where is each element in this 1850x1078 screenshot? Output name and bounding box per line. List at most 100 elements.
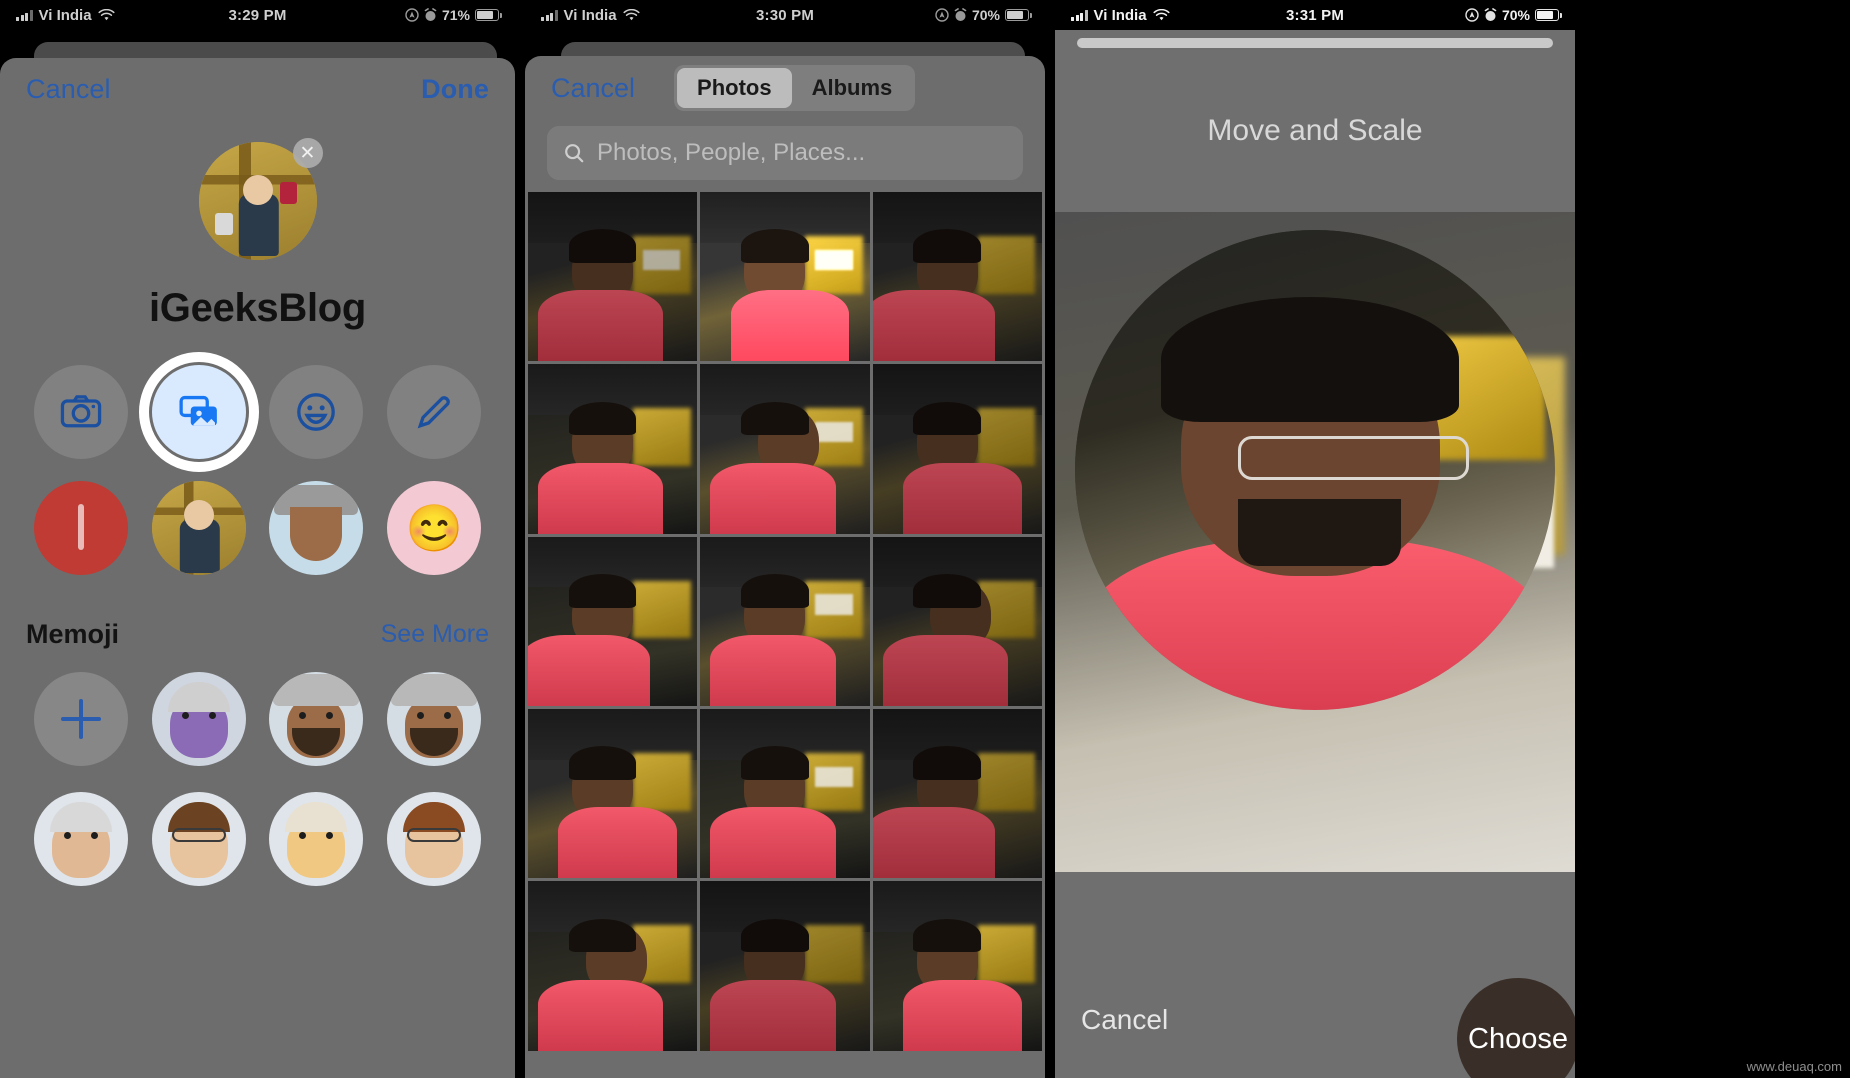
photo-cell[interactable]: [872, 708, 1042, 879]
cancel-button[interactable]: Cancel: [551, 73, 635, 104]
camera-action-button[interactable]: [33, 365, 128, 459]
photos-action-button[interactable]: [138, 352, 259, 472]
photo-cell[interactable]: [528, 536, 698, 706]
monogram-avatar-option[interactable]: [33, 481, 128, 575]
alarm-icon: [424, 8, 437, 21]
memoji-hat-1-option[interactable]: [269, 672, 364, 766]
photo-cell[interactable]: [872, 364, 1042, 534]
alarm-icon: [1484, 8, 1497, 21]
photo-cell[interactable]: [700, 536, 870, 706]
photo-cell[interactable]: [528, 708, 698, 879]
battery-icon: [1005, 9, 1032, 21]
emoji-avatar-option[interactable]: 😊: [387, 481, 482, 575]
tab-photos[interactable]: Photos: [677, 68, 792, 108]
search-input[interactable]: Photos, People, Places...: [547, 126, 1023, 180]
photo-cell[interactable]: [528, 364, 698, 534]
cancel-button[interactable]: Cancel: [26, 74, 111, 105]
remove-photo-icon[interactable]: ✕: [292, 138, 323, 168]
photo-cell[interactable]: [528, 881, 698, 1051]
photo-cell[interactable]: [528, 192, 698, 362]
status-right: 71%: [405, 7, 502, 23]
battery-percent: 71%: [441, 7, 470, 23]
photo-cell[interactable]: [872, 881, 1042, 1051]
signal-icon: [1071, 9, 1088, 21]
photo-grid: [525, 192, 1045, 1051]
crop-area[interactable]: [1055, 212, 1575, 872]
panel-contact-photo-editor: Vi India 3:29 PM 71% Cancel Done ✕ iGeek…: [0, 0, 515, 1078]
cancel-button[interactable]: Cancel: [1081, 1004, 1168, 1036]
carrier-label: Vi India: [38, 6, 92, 24]
current-avatar[interactable]: ✕: [198, 138, 323, 260]
signal-icon: [541, 9, 558, 21]
selection-ring: [138, 352, 259, 472]
location-icon: [935, 8, 949, 22]
avatar-head: [242, 175, 273, 206]
status-left: Vi India: [1071, 7, 1170, 24]
memoji-purple-option[interactable]: [151, 672, 246, 766]
done-button[interactable]: Done: [421, 74, 489, 105]
contact-photo-sheet: Cancel Done ✕ iGeeksBlog 😊 Memoji See Mo…: [0, 58, 515, 1078]
crop-circle[interactable]: [1075, 230, 1555, 710]
camera-icon: [60, 395, 102, 428]
crop-photo-hair: [1161, 297, 1459, 422]
photo-cell-selected[interactable]: [700, 192, 870, 362]
panel-divider-2: [1045, 0, 1055, 1078]
sheet-drag-handle[interactable]: [1077, 38, 1553, 48]
memoji-grid: [0, 650, 515, 886]
battery-icon: [475, 9, 502, 21]
photo-cell[interactable]: [872, 192, 1042, 362]
memoji-glasses-option[interactable]: [387, 792, 482, 886]
memoji-cap-option[interactable]: [33, 792, 128, 886]
move-and-scale-title: Move and Scale: [1207, 114, 1423, 147]
panel-move-and-scale: Vi India 3:31 PM 70% Move and Scale Canc…: [1055, 0, 1575, 1078]
avatar-suggestions-row: 😊: [0, 481, 515, 575]
signal-icon: [16, 9, 33, 21]
crop-photo-beard: [1238, 498, 1402, 566]
avatar-camera: [214, 212, 233, 235]
search-placeholder: Photos, People, Places...: [597, 139, 866, 166]
panel-divider-1: [515, 0, 525, 1078]
memoji-blonde-option[interactable]: [269, 792, 364, 886]
crop-photo-glasses: [1238, 436, 1469, 480]
search-icon: [565, 144, 584, 163]
segmented-control: Photos Albums: [674, 65, 916, 111]
tab-albums[interactable]: Albums: [792, 68, 913, 108]
photo-cell[interactable]: [700, 708, 870, 879]
battery-percent: 70%: [1501, 7, 1530, 23]
memoji-brown-hair-option[interactable]: [151, 792, 246, 886]
move-and-scale-screen: Move and Scale Cancel Choose: [1055, 30, 1575, 1078]
battery-percent: 70%: [971, 7, 1000, 23]
battery-icon: [1535, 9, 1562, 21]
choose-button[interactable]: Choose: [1457, 978, 1575, 1078]
status-left: Vi India: [16, 7, 115, 24]
option-head: [183, 499, 214, 530]
avatar-phone: [279, 182, 297, 205]
action-row: [0, 352, 515, 472]
memoji-section-header: Memoji See More: [0, 619, 515, 650]
sheet-stack-1: Cancel Done ✕ iGeeksBlog 😊 Memoji See Mo…: [0, 30, 515, 1078]
carrier-label: Vi India: [1093, 6, 1147, 24]
see-more-button[interactable]: See More: [381, 620, 489, 649]
page-title: iGeeksBlog: [148, 286, 367, 330]
sheet-navbar: Cancel Done: [0, 58, 515, 120]
memoji-hat-2-option[interactable]: [387, 672, 482, 766]
status-right: 70%: [1465, 7, 1562, 23]
memoji-action-button[interactable]: [269, 365, 364, 459]
photo-avatar-option[interactable]: [151, 481, 246, 575]
crop-toolbar: Cancel Choose: [1055, 962, 1575, 1078]
status-right: 70%: [935, 7, 1032, 23]
status-left: Vi India: [541, 7, 640, 24]
smiley-icon: [297, 393, 336, 431]
wifi-icon: [1153, 8, 1170, 20]
memoji-avatar-option[interactable]: [269, 481, 364, 575]
picker-navbar: Cancel Photos Albums: [525, 56, 1045, 120]
photo-cell[interactable]: [700, 364, 870, 534]
memoji-face: [290, 507, 343, 561]
photo-picker-sheet: Cancel Photos Albums Photos, People, Pla…: [525, 56, 1045, 1078]
draw-action-button[interactable]: [387, 365, 482, 459]
photo-cell[interactable]: [700, 881, 870, 1051]
status-bar-1: Vi India 3:29 PM 71%: [0, 0, 515, 30]
photo-cell[interactable]: [872, 536, 1042, 706]
pencil-icon: [417, 396, 450, 429]
add-memoji-button[interactable]: [33, 672, 128, 766]
